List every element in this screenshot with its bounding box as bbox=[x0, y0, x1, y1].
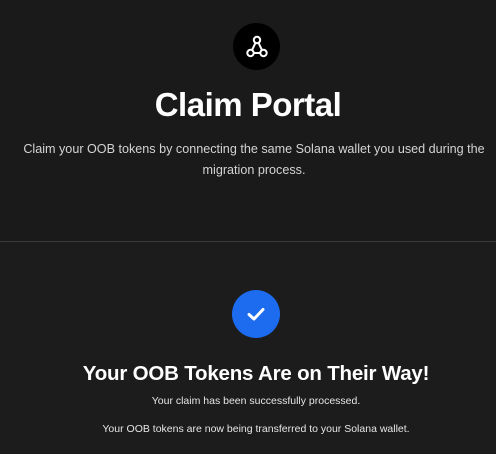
checkmark-icon bbox=[247, 308, 265, 321]
page-title: Claim Portal bbox=[154, 86, 342, 123]
success-badge bbox=[232, 290, 280, 338]
success-heading: Your OOB Tokens Are on Their Way! bbox=[82, 362, 430, 385]
link-nodes-icon bbox=[245, 35, 268, 57]
portal-logo bbox=[233, 23, 280, 70]
portal-header: Claim Portal Claim your OOB tokens by co… bbox=[0, 0, 496, 241]
claim-processed-message: Your claim has been successfully process… bbox=[151, 395, 361, 407]
page-subtitle: Claim your OOB tokens by connecting the … bbox=[23, 142, 485, 177]
transfer-message: Your OOB tokens are now being transferre… bbox=[102, 423, 410, 435]
